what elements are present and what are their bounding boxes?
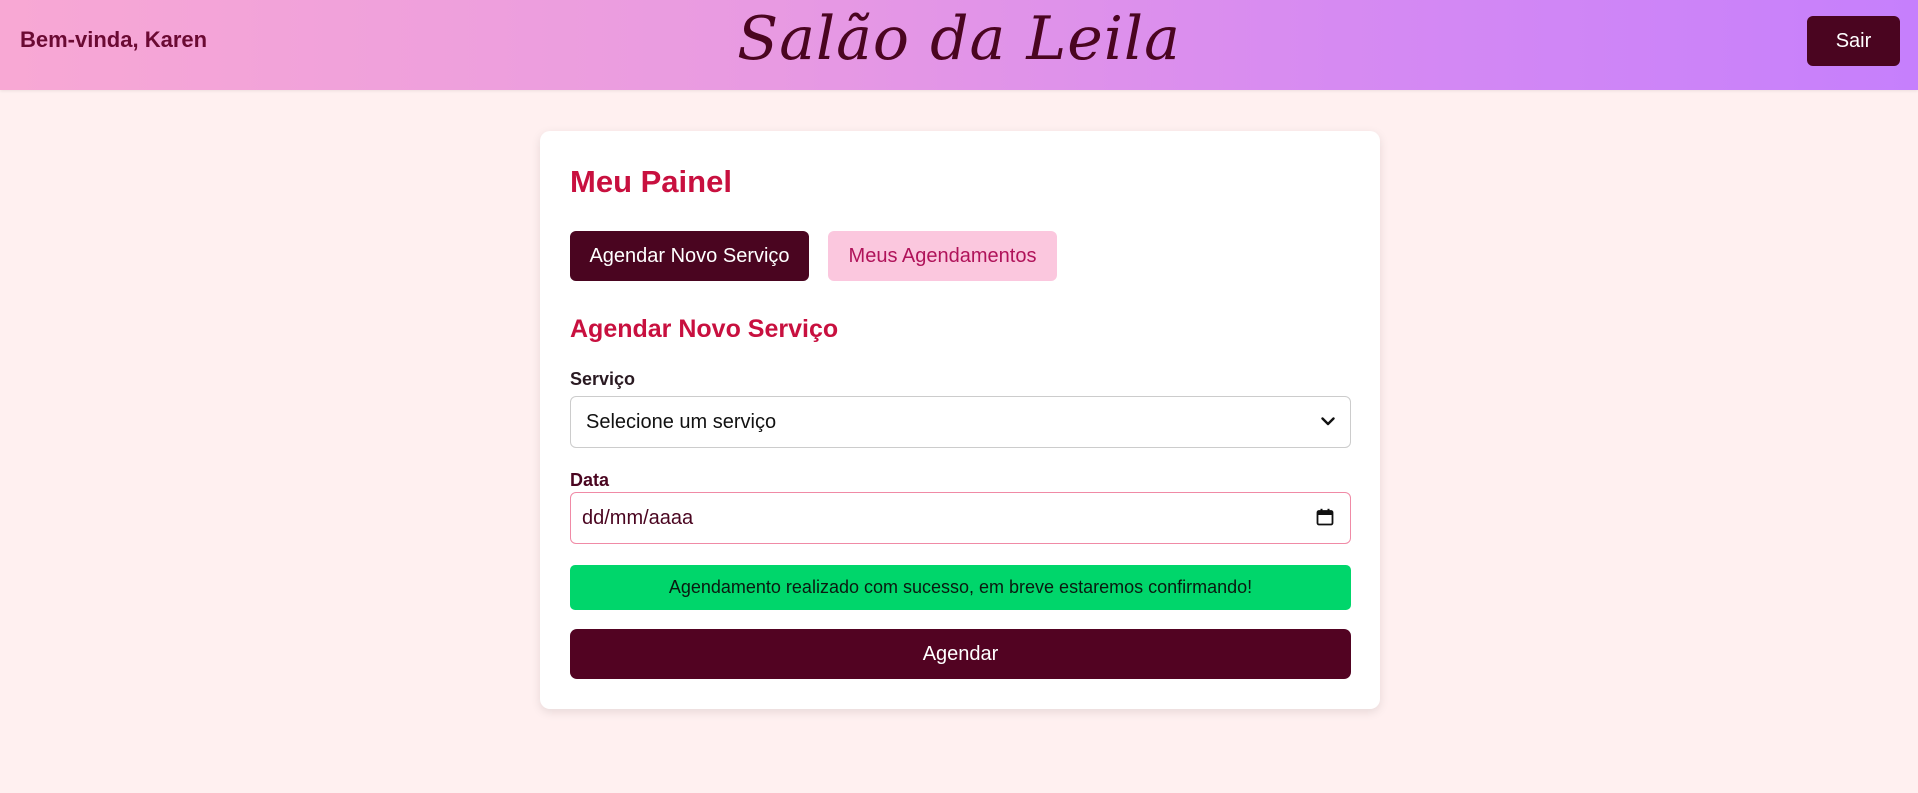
tab-my-appointments[interactable]: Meus Agendamentos xyxy=(828,231,1057,281)
service-select[interactable]: Selecione um serviço xyxy=(570,396,1351,448)
service-select-value: Selecione um serviço xyxy=(586,410,777,433)
tab-schedule-new-service[interactable]: Agendar Novo Serviço xyxy=(570,231,809,281)
section-title: Agendar Novo Serviço xyxy=(570,315,839,343)
logout-button[interactable]: Sair xyxy=(1807,16,1900,66)
date-input-placeholder: dd/mm/aaaa xyxy=(582,506,694,529)
top-header: Bem-vinda, Karen Salão da Leila Sair xyxy=(0,0,1918,90)
panel-title: Meu Painel xyxy=(570,164,732,199)
date-label: Data xyxy=(570,470,610,490)
calendar-icon[interactable] xyxy=(1316,508,1336,528)
date-input[interactable]: dd/mm/aaaa xyxy=(570,492,1351,544)
schedule-submit-button[interactable]: Agendar xyxy=(570,629,1351,679)
chevron-down-icon xyxy=(1318,411,1338,431)
dashboard-panel: Meu Painel Agendar Novo Serviço Meus Age… xyxy=(540,131,1380,709)
salon-brand-title: Salão da Leila xyxy=(737,4,1181,74)
service-label: Serviço xyxy=(570,369,636,389)
success-alert: Agendamento realizado com sucesso, em br… xyxy=(570,565,1351,610)
